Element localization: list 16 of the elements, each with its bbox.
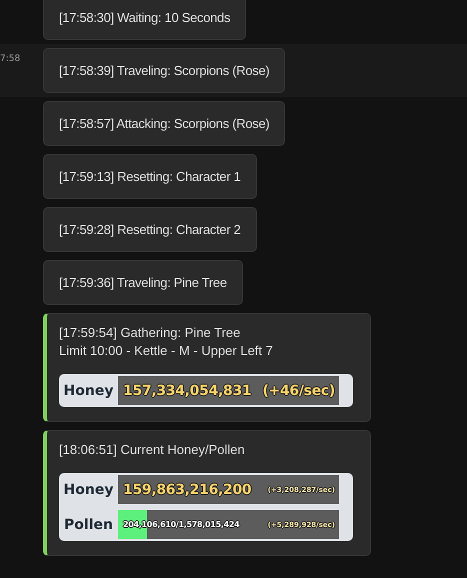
- stat-value: 157,334,054,831: [123, 382, 252, 398]
- message-bubble: [17:58:57] Attacking: Scorpions (Rose): [43, 101, 286, 146]
- stat-rate: (+46/sec): [262, 382, 335, 398]
- message-bubble: [17:59:36] Traveling: Pine Tree: [43, 260, 243, 305]
- stat-label: Pollen: [63, 516, 114, 532]
- stat-label: Honey: [62, 382, 114, 398]
- message-bubble: [17:58:30] Waiting: 10 Seconds: [43, 0, 246, 40]
- message-bubble: [17:58:39] Traveling: Scorpions (Rose): [43, 48, 286, 93]
- stat-label: Honey: [62, 482, 114, 498]
- embed-text: [17:59:54] Gathering: Pine Tree: [59, 324, 242, 342]
- embed-text: Limit 10:00 - Kettle - M - Upper Left 7: [59, 342, 274, 360]
- message-bubble: [17:59:28] Resetting: Character 2: [43, 207, 257, 252]
- message-timestamp: 7:58: [0, 54, 20, 64]
- embed-text: [18:06:51] Current Honey/Pollen: [59, 441, 246, 459]
- message-bubble: [17:59:13] Resetting: Character 1: [43, 154, 257, 199]
- stat-value: 159,863,216,200: [123, 482, 252, 498]
